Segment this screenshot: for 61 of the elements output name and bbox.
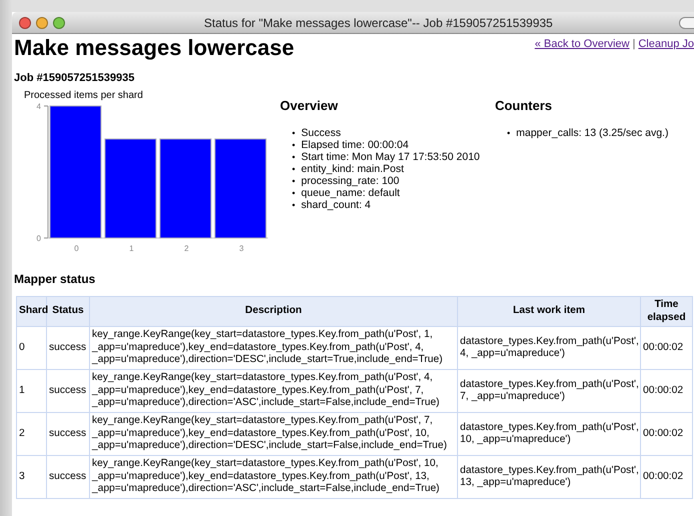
table-cell: datastore_types.Key.from_path(u'Post', 4, _app=u'mapreduce') [458,326,640,370]
section-heading: Mapper status [14,272,96,286]
table-cell: success [46,456,90,498]
table-cell: datastore_types.Key.from_path(u'Post', 7, _app=u'mapreduce') [458,370,640,412]
overview-item: shard_count: 4 [301,199,371,211]
table-cell: datastore_types.Key.from_path(u'Post', 13, _app=u'mapreduce') [458,456,640,498]
bullet-icon: • [506,127,510,139]
axis-tick-label: 4 [36,102,41,111]
table-cell: 2 [16,412,46,456]
table-cell: key_range.KeyRange(key_start=datastore_types.Key.from_path(u'Post', 7, _app=u'mapreduce'),key_end=datastore_types.Key.from_path(u'Post', 10, _app=u'mapreduce'),direction='DESC',include_start=False,include_end=True) [90,412,458,456]
axis-category-label: 1 [129,244,134,253]
table-cell: 3 [16,456,46,498]
zoom-button[interactable] [53,16,65,28]
column-header: Shard [16,296,46,326]
table-cell: 00:00:02 [640,370,692,412]
column-header: Time elapsed [640,296,692,326]
toolbar-toggle-button[interactable] [679,16,694,28]
axis-category-label: 0 [74,244,79,253]
column-header: Description [90,296,458,326]
bullet-icon: • [292,151,296,163]
table-cell: 00:00:02 [640,326,692,370]
bullet-icon: • [292,127,296,139]
table-cell: success [46,326,90,370]
bullet-icon: • [292,199,296,211]
overview-item: Elapsed time: 00:00:04 [301,139,409,151]
overview-item: Success [301,127,341,139]
back-link[interactable]: « Back to Overview [534,38,630,50]
counters-heading: Counters [494,98,554,113]
bullet-icon: • [292,139,296,151]
overview-heading: Overview [280,98,339,113]
close-button[interactable] [19,16,31,28]
window-title: Status for "Make messages lowercase"-- Job #159057251539935 [204,16,553,30]
table-cell: 0 [16,326,46,370]
table-cell: datastore_types.Key.from_path(u'Post', 10, _app=u'mapreduce') [458,412,640,456]
table-cell: key_range.KeyRange(key_start=datastore_types.Key.from_path(u'Post', 10, _app=u'mapreduce'),key_end=datastore_types.Key.from_path(u'Post', 13, _app=u'mapreduce'),direction='ASC',include_start=False,include_end=True) [90,456,458,498]
axis-category-label: 3 [239,244,244,253]
overview-item: processing_rate: 100 [301,175,400,187]
overview-item: entity_kind: main.Post [301,163,404,175]
table-cell: 00:00:02 [640,412,692,456]
job-id: Job #159057251539935 [14,72,136,84]
counter-item: mapper_calls: 13 (3.25/sec avg.) [516,127,668,139]
bullet-icon: • [292,175,296,187]
table-cell: 00:00:02 [640,456,692,498]
axis-tick-label: 0 [36,234,41,243]
column-header: Last work item [458,296,640,326]
bullet-icon: • [292,187,296,199]
table-cell: key_range.KeyRange(key_start=datastore_types.Key.from_path(u'Post', 4, _app=u'mapreduce'),key_end=datastore_types.Key.from_path(u'Post', 7, _app=u'mapreduce'),direction='ASC',include_start=False,include_end=True) [90,370,458,412]
table-cell: 1 [16,370,46,412]
axis-category-label: 2 [184,244,189,253]
chart-title: Processed items per shard [24,90,144,101]
overview-item: queue_name: default [301,187,400,199]
cleanup-link[interactable]: Cleanup Jo [638,38,694,50]
table-cell: key_range.KeyRange(key_start=datastore_types.Key.from_path(u'Post', 1, _app=u'mapreduce'),key_end=datastore_types.Key.from_path(u'Post', 4, _app=u'mapreduce'),direction='DESC',include_start=True,include_end=True) [90,326,458,370]
bullet-icon: • [292,163,296,175]
table-cell: success [46,370,90,412]
link-separator: | [632,38,636,50]
minimize-button[interactable] [36,16,48,28]
overview-item: Start time: Mon May 17 17:53:50 2010 [301,151,480,163]
table-cell: success [46,412,90,456]
page-title: Make messages lowercase [14,36,294,60]
column-header: Status [46,296,90,326]
